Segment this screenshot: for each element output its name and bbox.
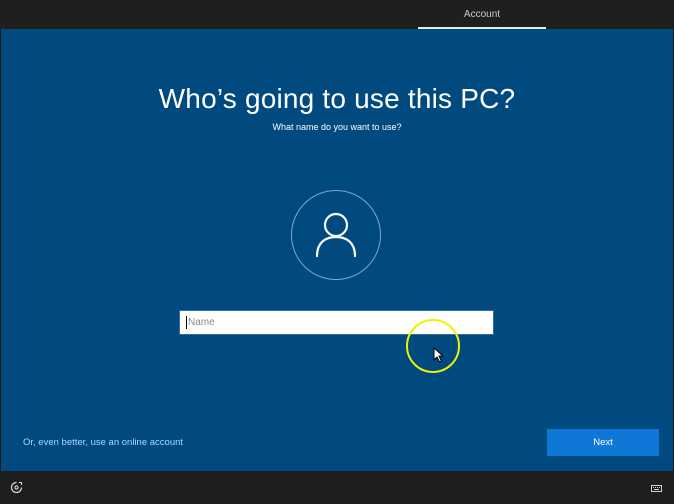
keyboard-icon[interactable] [651, 485, 662, 492]
oobe-screen: Account Who’s going to use this PC? What… [0, 0, 674, 504]
top-bar: Account [0, 0, 674, 29]
page-title: Who’s going to use this PC? [158, 83, 516, 114]
text-caret [186, 316, 187, 329]
online-account-link[interactable]: Or, even better, use an online account [23, 437, 183, 448]
bottom-bar [0, 471, 674, 504]
page-subtitle: What name do you want to use? [272, 122, 402, 132]
tab-account[interactable]: Account [418, 0, 546, 29]
main-panel: Who’s going to use this PC? What name do… [1, 29, 673, 471]
cursor-highlight-ring [406, 319, 460, 373]
ease-of-access-icon[interactable] [10, 481, 23, 494]
next-button[interactable]: Next [547, 429, 659, 456]
mouse-pointer-icon [433, 347, 444, 363]
user-icon [291, 190, 381, 280]
